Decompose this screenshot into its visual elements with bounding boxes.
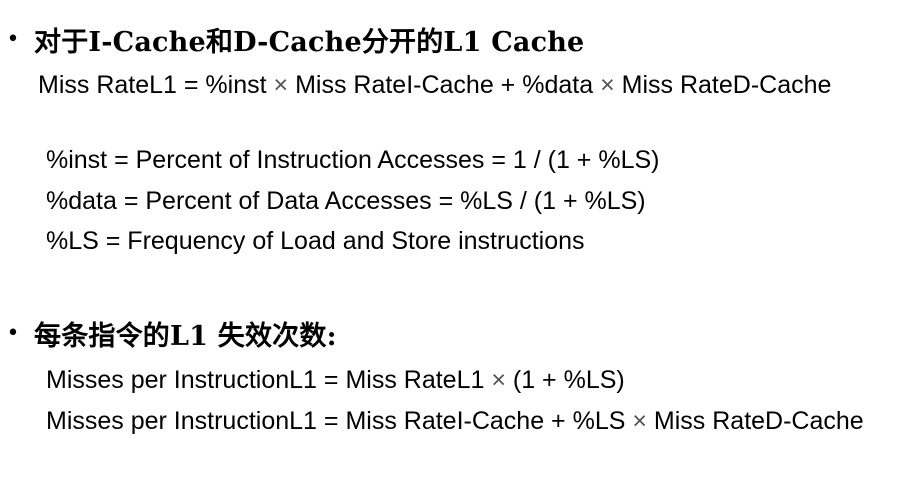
multiply-sign: ×: [491, 366, 506, 394]
formula-part: Misses per InstructionL1 = Miss RateL1: [46, 366, 492, 394]
formula-misses-per-instruction-1: Misses per InstructionL1 = Miss RateL1 ×…: [46, 363, 625, 397]
definition-inst: %inst = Percent of Instruction Accesses …: [46, 146, 660, 174]
formula-misses-per-instruction-2: Misses per InstructionL1 = Miss RateI-Ca…: [38, 404, 898, 438]
formula-miss-rate-l1: Miss RateL1 = %inst × Miss RateI-Cache +…: [38, 68, 898, 102]
formula-part: Misses per InstructionL1 = Miss RateI-Ca…: [46, 407, 633, 435]
section1-heading: 对于I-Cache和D-Cache分开的L1 Cache: [34, 27, 585, 58]
bullet-icon: •: [6, 26, 20, 52]
formula-part: (1 + %LS): [505, 366, 625, 394]
formula-part: Miss RateI-Cache + %data: [288, 71, 601, 99]
formula-part: Miss RateD-Cache: [646, 407, 864, 435]
multiply-sign: ×: [273, 71, 289, 99]
bullet-icon: •: [6, 320, 20, 346]
multiply-sign: ×: [600, 71, 615, 99]
definition-data: %data = Percent of Data Accesses = %LS /…: [46, 187, 646, 215]
formula-part: Miss RateL1 = %inst: [38, 71, 274, 99]
section1-heading-row: • 对于I-Cache和D-Cache分开的L1 Cache: [0, 20, 585, 59]
formula-part: Miss RateD-Cache: [614, 71, 832, 99]
section2-heading-row: • 每条指令的L1 失效次数:: [0, 314, 337, 353]
slide: • 对于I-Cache和D-Cache分开的L1 Cache Miss Rate…: [0, 0, 916, 483]
section2-heading: 每条指令的L1 失效次数:: [34, 321, 337, 352]
definition-ls: %LS = Frequency of Load and Store instru…: [46, 227, 585, 255]
multiply-sign: ×: [632, 407, 647, 435]
